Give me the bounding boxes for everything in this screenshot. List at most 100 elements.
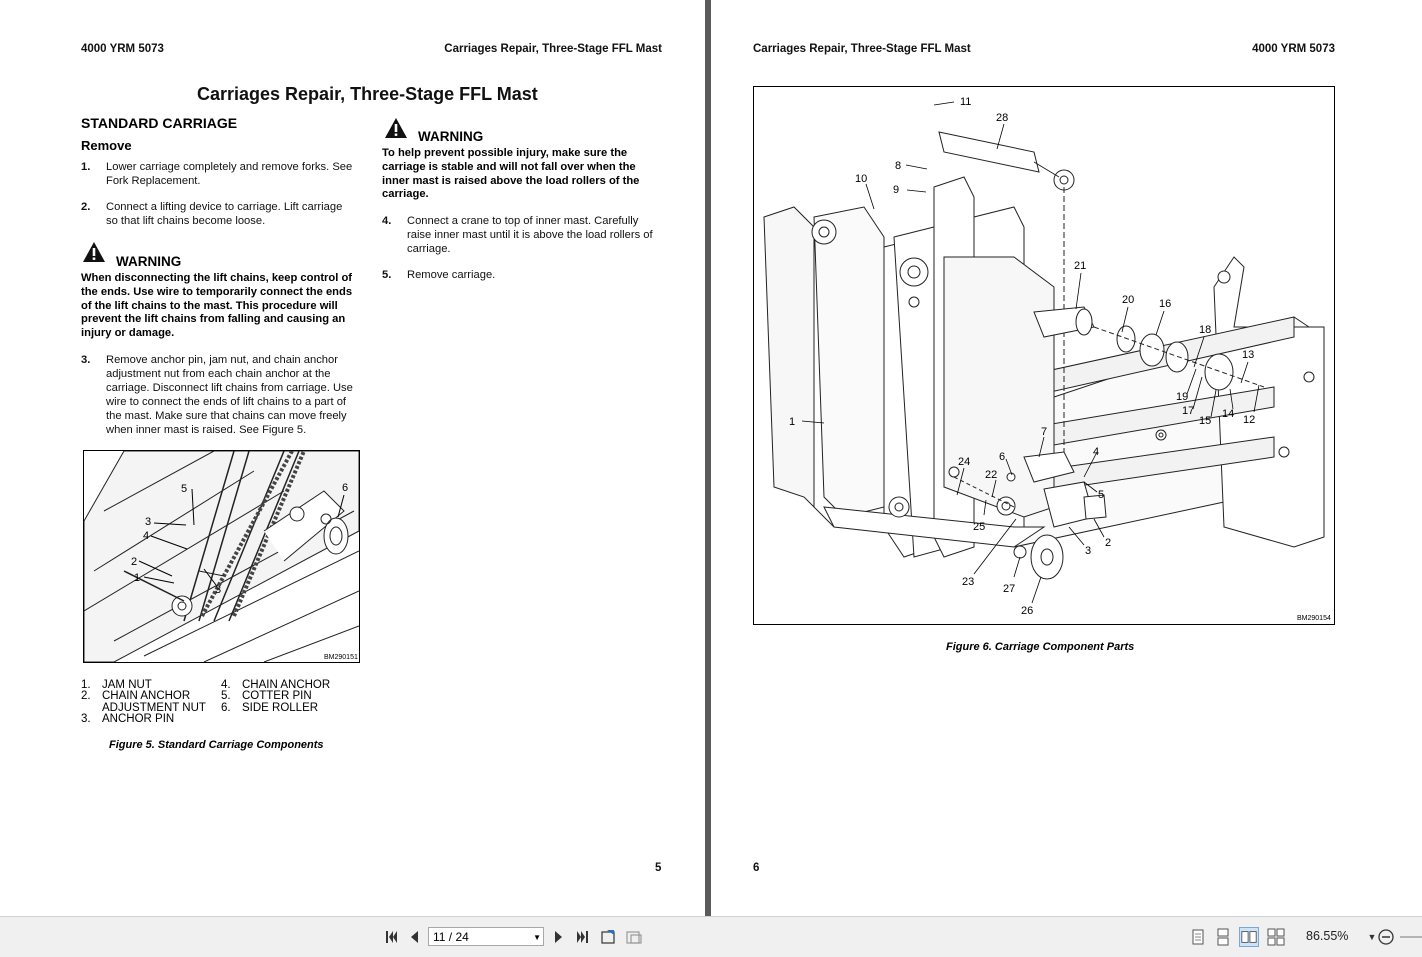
step-line: carriage. Disconnect lift chains from ca…	[106, 382, 353, 394]
legend-label: ANCHOR PIN	[102, 713, 175, 725]
warning-icon	[385, 118, 407, 138]
facing-icon[interactable]	[1239, 927, 1259, 947]
previous-view-icon[interactable]	[599, 927, 619, 947]
warning-line: prevent the lift chains from falling and…	[81, 313, 346, 326]
continuous-icon[interactable]	[1213, 927, 1233, 947]
header-doc-number: 4000 YRM 5073	[1252, 43, 1335, 55]
callout: 2	[131, 556, 137, 568]
zoom-slider-handle[interactable]	[1400, 927, 1422, 947]
step-2: 2. Connect a lifting device to carriage.…	[81, 200, 366, 230]
step-1: 1. Lower carriage completely and remove …	[81, 160, 366, 190]
figure-6: 11 28 8 10 9 21 20 16 18 13 19 17 14 15 …	[753, 86, 1335, 625]
step-line: so that lift chains become loose.	[106, 215, 266, 227]
next-view-icon[interactable]	[624, 927, 644, 947]
step-number: 1.	[81, 161, 91, 173]
right-page: Carriages Repair, Three-Stage FFL Mast 4…	[711, 0, 1422, 916]
callout: 23	[962, 576, 974, 588]
step-line: Connect a lifting device to carriage. Li…	[106, 201, 343, 213]
figure-code: BM290154	[1297, 615, 1331, 622]
figure-5-illustration: 1 2 3 4 5 3 6 BM290151	[83, 450, 360, 663]
warning-line: inner mast is raised above the load roll…	[382, 174, 640, 187]
left-page: 4000 YRM 5073 Carriages Repair, Three-St…	[0, 0, 705, 916]
figure-5-legend: 1. JAM NUT 2. CHAIN ANCHOR ADJUSTMENT NU…	[81, 679, 381, 730]
callout: 9	[893, 184, 899, 196]
warning-text: To help prevent possible injury, make su…	[382, 147, 662, 202]
legend-number: 5.	[221, 690, 231, 702]
callout: 15	[1199, 415, 1211, 427]
callout: 4	[1093, 446, 1099, 458]
single-page-icon[interactable]	[1188, 927, 1208, 947]
section-heading: STANDARD CARRIAGE	[81, 115, 238, 131]
warning-text: When disconnecting the lift chains, keep…	[81, 272, 361, 341]
warning-label: WARNING	[418, 129, 484, 144]
callout: 16	[1159, 298, 1171, 310]
last-page-icon[interactable]	[572, 927, 592, 947]
callout: 20	[1122, 294, 1134, 306]
callout: 26	[1021, 605, 1033, 617]
legend-label: CHAIN ANCHOR	[102, 690, 191, 702]
callout: 1	[789, 416, 795, 428]
warning-line: the ends. Use wire to temporarily connec…	[81, 285, 353, 298]
figure-5-caption: Figure 5. Standard Carriage Components	[109, 739, 324, 751]
step-number: 3.	[81, 354, 91, 366]
warning-line: injury or damage.	[81, 327, 175, 340]
zoom-out-icon[interactable]	[1376, 927, 1396, 947]
step-line: raise inner mast until it is above the l…	[407, 229, 653, 241]
callout: 28	[996, 112, 1008, 124]
navigation-toolbar: 11 / 24 ▼ 86.55% ▼	[0, 916, 1422, 957]
step-line: Remove carriage.	[407, 269, 496, 281]
figure-5: 1 2 3 4 5 3 6 BM290151	[83, 450, 360, 663]
page-title: Carriages Repair, Three-Stage FFL Mast	[197, 84, 538, 104]
step-line: Fork Replacement.	[106, 175, 201, 187]
legend-number: 2.	[81, 690, 91, 702]
figure-code: BM290151	[324, 654, 358, 661]
callout: 3	[1085, 545, 1091, 557]
step-line: Remove anchor pin, jam nut, and chain an…	[106, 354, 338, 366]
callout: 3	[215, 584, 221, 596]
step-line: when inner mast is raised. See Figure 5.	[106, 424, 307, 436]
warning-label: WARNING	[116, 254, 182, 269]
figure-6-illustration: 11 28 8 10 9 21 20 16 18 13 19 17 14 15 …	[763, 96, 1331, 622]
subsection-heading: Remove	[81, 138, 132, 153]
callout: 12	[1243, 414, 1255, 426]
page-number-value: 11 / 24	[433, 930, 469, 944]
step-line: Connect a crane to top of inner mast. Ca…	[407, 215, 639, 227]
callout: 1	[134, 572, 140, 584]
callout: 7	[1041, 426, 1047, 438]
page-number-field[interactable]: 11 / 24 ▼	[428, 927, 544, 946]
callout: 21	[1074, 260, 1086, 272]
callout: 18	[1199, 324, 1211, 336]
header-section-title: Carriages Repair, Three-Stage FFL Mast	[753, 43, 971, 55]
step-line: adjustment nut from each chain anchor at…	[106, 368, 331, 380]
callout: 6	[999, 451, 1005, 463]
step-5: 5. Remove carriage.	[382, 268, 667, 284]
callout: 10	[855, 173, 867, 185]
prev-page-icon[interactable]	[405, 927, 425, 947]
callout: 6	[342, 482, 348, 494]
warning-line: of the lift chains to the mast. This pro…	[81, 299, 338, 312]
warning-line: When disconnecting the lift chains, keep…	[81, 272, 353, 284]
step-number: 4.	[382, 215, 392, 227]
first-page-icon[interactable]	[382, 927, 402, 947]
zoom-level[interactable]: 86.55%	[1306, 929, 1348, 943]
next-page-icon[interactable]	[548, 927, 568, 947]
step-line: the mast. Make sure that chains can move…	[106, 410, 347, 422]
page-number: 6	[753, 862, 760, 874]
warning-line: To help prevent possible injury, make su…	[382, 147, 628, 159]
callout: 13	[1242, 349, 1254, 361]
callout: 17	[1182, 405, 1194, 417]
continuous-facing-icon[interactable]	[1266, 927, 1286, 947]
legend-label: SIDE ROLLER	[242, 702, 319, 714]
callout: 5	[181, 483, 187, 495]
callout: 25	[973, 521, 985, 533]
step-4: 4. Connect a crane to top of inner mast.…	[382, 214, 667, 258]
figure-6-caption: Figure 6. Carriage Component Parts	[946, 641, 1135, 653]
chevron-down-icon[interactable]: ▼	[533, 928, 541, 947]
step-3: 3. Remove anchor pin, jam nut, and chain…	[81, 353, 366, 439]
header-section-title: Carriages Repair, Three-Stage FFL Mast	[444, 43, 662, 55]
warning-line: carriage.	[382, 188, 429, 201]
legend-number: 3.	[81, 713, 91, 725]
callout: 22	[985, 469, 997, 481]
header-doc-number: 4000 YRM 5073	[81, 43, 164, 55]
legend-label: COTTER PIN	[242, 690, 312, 702]
